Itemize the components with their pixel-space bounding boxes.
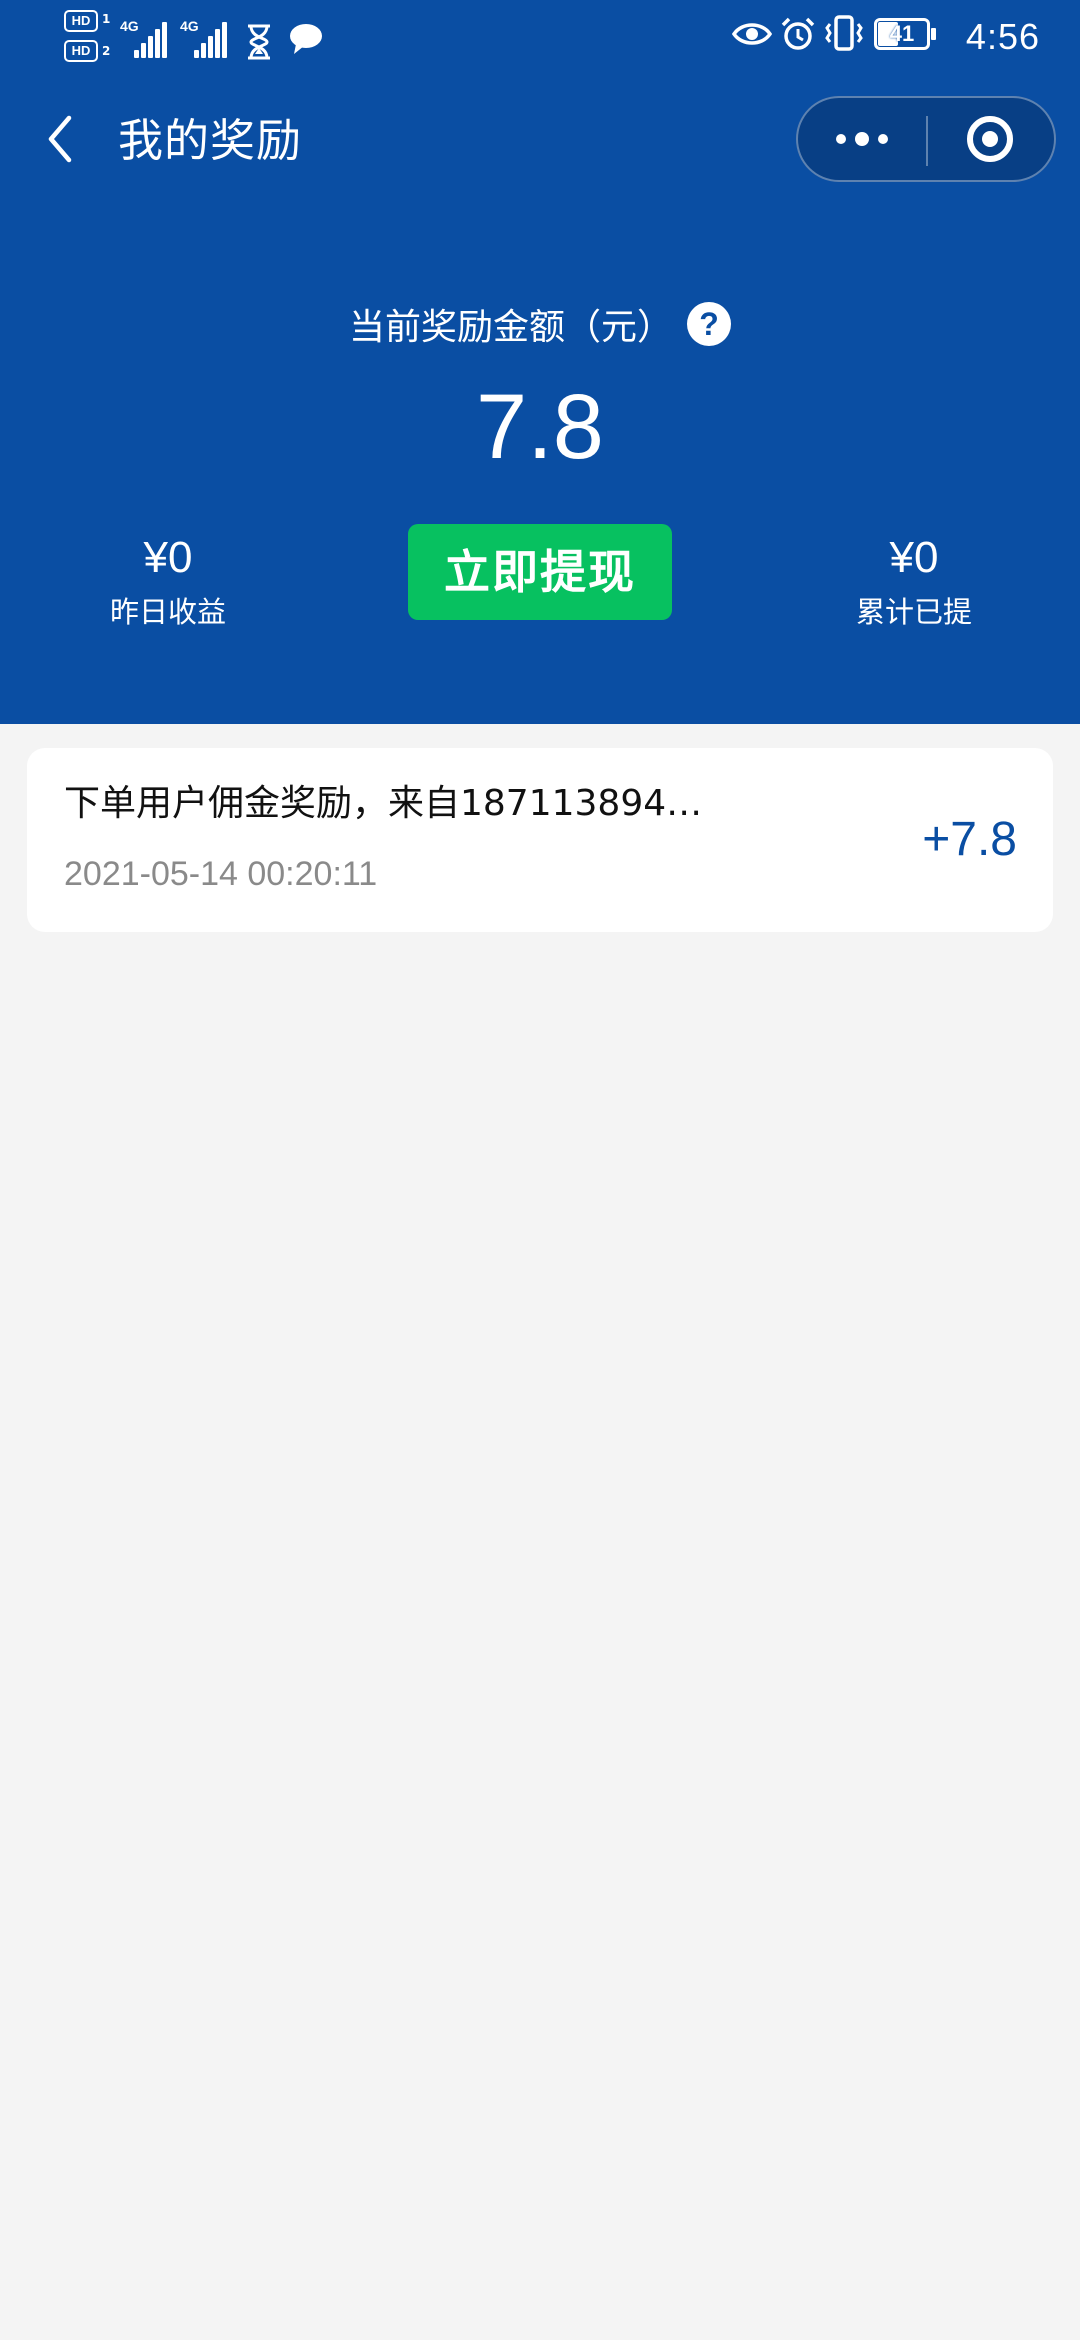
target-ring-icon — [967, 116, 1013, 162]
hd-indicators: HD 1 HD 2 — [64, 10, 112, 70]
signal-bars-icon — [194, 22, 230, 58]
page-title: 我的奖励 — [118, 114, 303, 167]
battery-icon: 41 — [874, 18, 936, 50]
clock: 4:56 — [965, 16, 1040, 57]
hourglass-icon — [246, 24, 272, 64]
record-amount: +7.8 — [922, 813, 1017, 866]
more-button[interactable] — [798, 98, 926, 180]
help-icon[interactable]: ? — [687, 302, 731, 346]
list-item[interactable]: 下单用户佣金奖励，来自187113894… 2021-05-14 00:20:1… — [27, 748, 1053, 932]
chat-bubble-icon — [288, 22, 324, 60]
vibrate-icon — [824, 14, 864, 56]
back-button[interactable] — [30, 108, 90, 174]
current-reward-amount: 7.8 — [476, 376, 604, 478]
balance-label-row: 当前奖励金额（元） ? — [0, 296, 1080, 352]
total-withdrawn-value: ¥0 — [889, 533, 939, 582]
sim-1-label: 1 — [102, 12, 111, 26]
record-title: 下单用户佣金奖励，来自187113894… — [64, 783, 703, 824]
current-reward-label: 当前奖励金额（元） — [348, 307, 673, 348]
chevron-left-icon — [45, 114, 75, 168]
total-withdrawn: ¥0 累计已提 — [794, 528, 1034, 634]
navigation-bar: 我的奖励 — [0, 78, 1080, 206]
status-bar: HD 1 HD 2 4G 4G 41 4:56 — [0, 0, 1080, 78]
hd-icon: HD — [64, 10, 98, 32]
total-withdrawn-label: 累计已提 — [855, 595, 972, 629]
withdraw-now-button[interactable]: 立即提现 — [408, 524, 672, 620]
reward-header: HD 1 HD 2 4G 4G 41 4:56 我的奖励 当前奖励金额（元） ?… — [0, 0, 1080, 724]
yesterday-earnings-label: 昨日收益 — [109, 595, 226, 629]
battery-level: 41 — [889, 21, 915, 46]
sim-2-label: 2 — [102, 44, 111, 58]
close-mini-program-button[interactable] — [926, 98, 1054, 180]
hd-icon: HD — [64, 40, 98, 62]
signal-bars-icon — [134, 22, 170, 58]
yesterday-earnings: ¥0 昨日收益 — [48, 528, 288, 634]
yesterday-earnings-value: ¥0 — [143, 533, 193, 582]
mini-program-capsule — [796, 96, 1056, 182]
alarm-icon — [780, 16, 816, 56]
record-timestamp: 2021-05-14 00:20:11 — [64, 855, 378, 893]
my-rewards-page: HD 1 HD 2 4G 4G 41 4:56 我的奖励 当前奖励金额（元） ?… — [0, 0, 1080, 2340]
eye-icon — [731, 18, 773, 54]
